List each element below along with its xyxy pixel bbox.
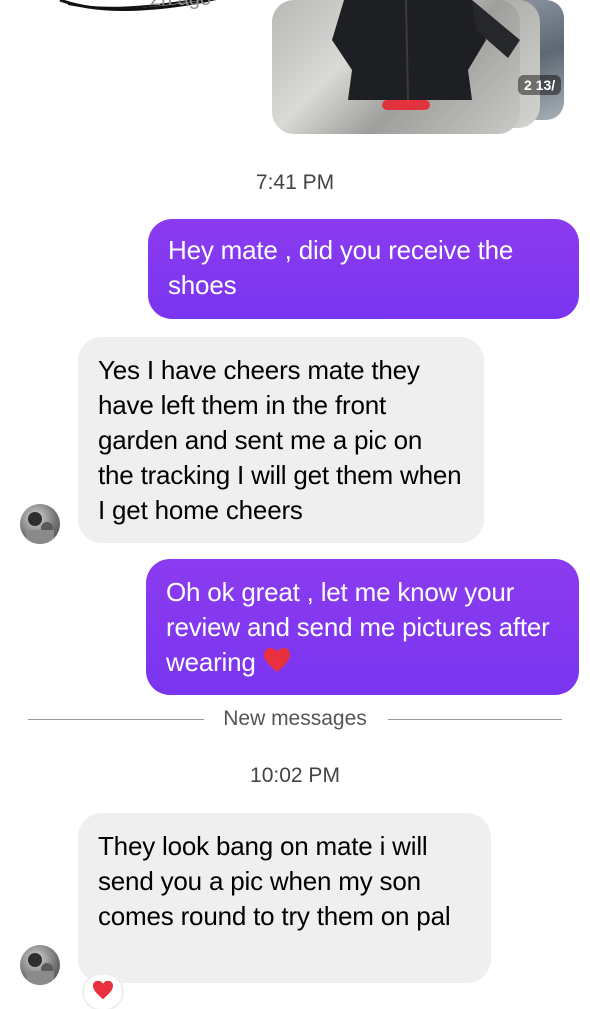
page-indicator: 2 13/: [518, 75, 562, 95]
incoming-message[interactable]: Yes I have cheers mate they have left th…: [78, 337, 484, 543]
outgoing-message[interactable]: Oh ok great , let me know your review an…: [146, 559, 579, 695]
incoming-message[interactable]: They look bang on mate i will send you a…: [78, 813, 491, 983]
avatar-photo: [26, 953, 54, 985]
outgoing-message[interactable]: Hey mate , did you receive the shoes: [148, 219, 579, 319]
time-ago: 2h ago: [150, 0, 211, 11]
avatar[interactable]: [20, 945, 60, 985]
avatar[interactable]: [20, 504, 60, 544]
message-text: Hey mate , did you receive the shoes: [168, 235, 514, 300]
message-reaction[interactable]: [84, 975, 122, 1009]
timestamp: 7:41 PM: [255, 171, 335, 194]
message-text: Yes I have cheers mate they have left th…: [98, 355, 462, 525]
message-text: They look bang on mate i will send you a…: [98, 831, 451, 931]
timestamp: 10:02 PM: [250, 764, 340, 787]
shared-images-stack[interactable]: 2 13/: [262, 0, 564, 136]
shared-image-coat[interactable]: [272, 0, 520, 134]
message-text: Oh ok great , let me know your review an…: [166, 577, 550, 677]
new-messages-divider: New messages: [0, 707, 590, 731]
new-messages-label: New messages: [209, 707, 381, 730]
avatar-photo: [26, 512, 54, 544]
red-heart-icon: [263, 647, 291, 682]
coat-photo: [332, 0, 520, 110]
red-heart-icon: [92, 980, 114, 1005]
